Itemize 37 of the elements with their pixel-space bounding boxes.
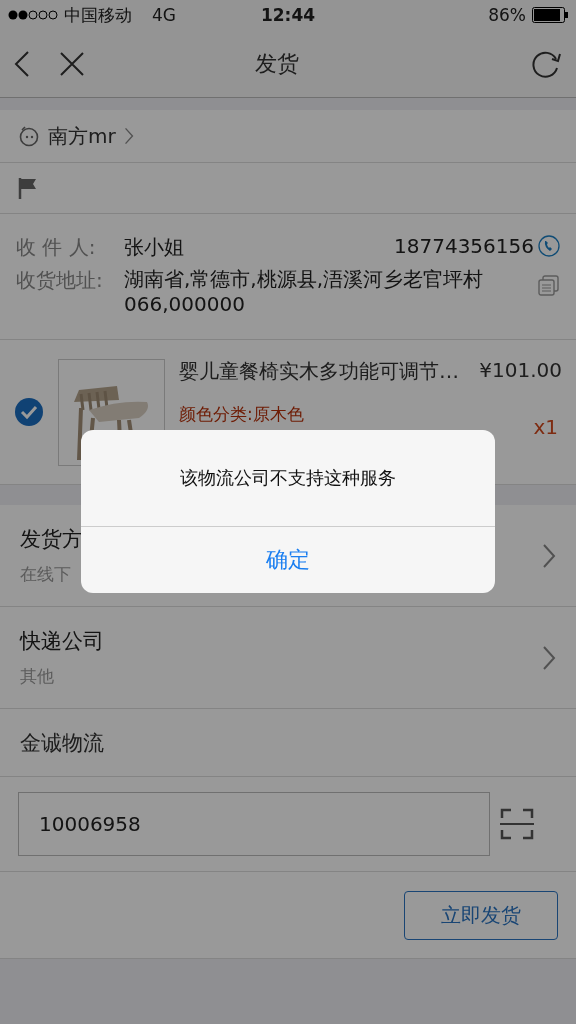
tracking-number-field[interactable]: 10006958: [18, 792, 490, 856]
page-title: 发货: [254, 49, 300, 78]
address-text: 湖南省,常德市,桃源县,浯溪河乡老官坪村066,000000: [124, 267, 485, 317]
product-title[interactable]: 婴儿童餐椅实木多功能可调节…: [179, 358, 459, 385]
chevron-icon: [542, 542, 556, 569]
field-label: 收 件 人:: [16, 234, 97, 261]
phone-icon[interactable]: [538, 235, 560, 257]
chevron-icon: [123, 127, 134, 145]
flag-icon[interactable]: [18, 177, 38, 199]
option-title: 发货方: [20, 526, 84, 553]
battery-icon: [532, 7, 568, 23]
network-type: 4G: [152, 5, 176, 25]
shop-name[interactable]: 南方mr: [48, 122, 116, 150]
back-icon[interactable]: [14, 50, 30, 77]
battery-percent: 86%: [488, 5, 526, 25]
scan-icon[interactable]: [500, 808, 534, 840]
signal-icon: [8, 10, 58, 20]
phone-number: 18774356156: [394, 234, 534, 258]
product-price: ¥101.00: [479, 358, 562, 384]
close-icon[interactable]: [60, 51, 84, 76]
field-label: 收货地址:: [16, 267, 104, 294]
carrier-name: 中国移动: [64, 3, 132, 27]
chevron-icon: [542, 644, 556, 671]
checkbox[interactable]: [14, 397, 44, 427]
shop-face-icon: [18, 125, 40, 147]
company-name: 金诚物流: [20, 729, 104, 757]
option-title: 快递公司: [20, 628, 105, 655]
ship-now-button[interactable]: 立即发货: [404, 890, 558, 940]
option-value: 在线下: [20, 563, 72, 586]
product-spec: 颜色分类:原木色: [179, 403, 304, 426]
alert-message: 该物流公司不支持这种服务: [81, 430, 495, 527]
recipient-name: 张小姐: [124, 234, 185, 261]
clock-time: 12:44: [259, 5, 317, 25]
option-row[interactable]: 快递公司 其他: [0, 607, 576, 709]
product-quantity: x1: [533, 415, 558, 439]
option-value: 其他: [20, 665, 55, 688]
confirm-button[interactable]: 确定: [81, 527, 495, 593]
